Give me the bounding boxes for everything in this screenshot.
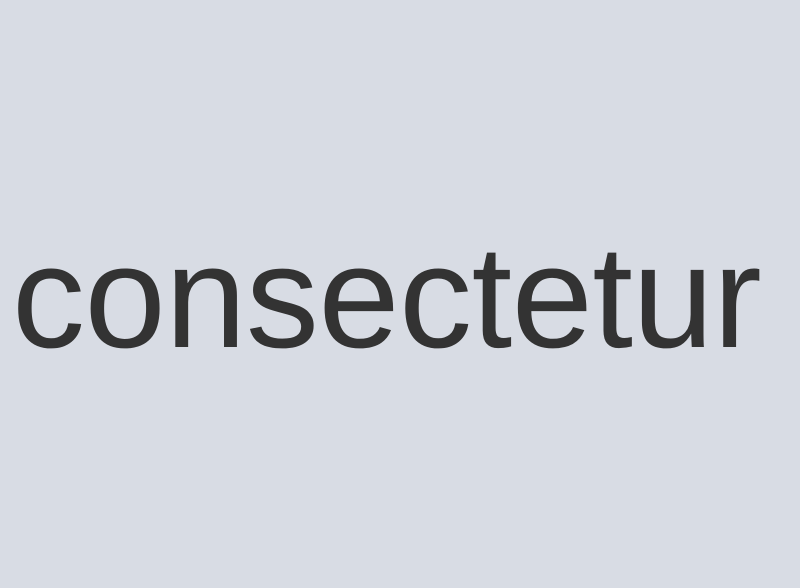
display-word: consectetur	[12, 215, 762, 378]
background-canvas: consectetur	[0, 0, 800, 588]
